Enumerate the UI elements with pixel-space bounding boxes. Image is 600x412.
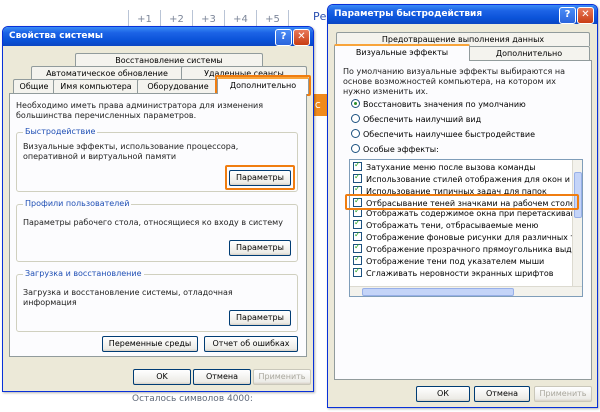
visual-effects-description: По умолчанию визуальные эффекты выбирают… — [343, 67, 565, 96]
startup-recovery-group: Загрузка и восстановление Загрузка и вос… — [16, 269, 298, 332]
help-icon[interactable]: ? — [559, 7, 576, 24]
checkbox[interactable] — [353, 230, 362, 241]
effect-item[interactable]: Отображение фоновые рисунки для различны… — [353, 230, 582, 242]
startup-recovery-description: Загрузка и восстановление системы, отлад… — [23, 288, 233, 307]
effect-label: Сглаживать неровности экранных шрифтов — [366, 269, 554, 278]
effect-label: Затухание меню после вызова команды — [366, 163, 536, 172]
tab-visual-effects[interactable]: Визуальные эффекты — [334, 44, 470, 61]
effect-label: Использование стилей отображения для око… — [366, 175, 583, 184]
ok-button[interactable]: ОК — [416, 386, 470, 402]
checkbox[interactable] — [353, 160, 362, 171]
effects-list-vertical-scrollbar[interactable] — [572, 160, 582, 296]
ok-button[interactable]: OK — [133, 369, 191, 385]
user-profiles-settings-button[interactable]: Параметры — [229, 240, 291, 256]
effects-list-horizontal-scrollbar[interactable] — [350, 286, 582, 296]
cancel-button[interactable]: Отмена — [193, 369, 251, 385]
error-reporting-button[interactable]: Отчет об ошибках — [204, 336, 298, 352]
close-icon[interactable]: ✕ — [293, 29, 310, 46]
user-profiles-title: Профили пользователей — [23, 199, 132, 208]
effect-label: Отображение тени под указателем мыши — [366, 257, 545, 266]
cancel-button[interactable]: Отмена — [474, 386, 530, 402]
radio-button[interactable] — [351, 99, 360, 108]
effect-item[interactable]: Отображение тени под указателем мыши — [353, 254, 545, 266]
window-title: Свойства системы — [9, 31, 104, 41]
checkbox[interactable] — [353, 266, 362, 277]
system-properties-titlebar: Свойства системы ? ✕ — [3, 27, 313, 46]
tab-hardware[interactable]: Оборудование — [137, 79, 219, 93]
admin-note: Необходимо иметь права администратора дл… — [16, 101, 264, 120]
effect-item[interactable]: Отображение прозрачного прямоугольника в… — [353, 242, 583, 254]
effect-item[interactable]: Отображать тени, отбрасываемые меню — [353, 218, 539, 230]
user-profiles-group: Профили пользователей Параметры рабочего… — [16, 199, 298, 262]
performance-options-titlebar: Параметры быстродействия ? ✕ — [328, 5, 597, 24]
radio-label: Восстановить значения по умолчанию — [363, 100, 526, 109]
tab-general[interactable]: Общие — [13, 79, 55, 93]
visual-effects-panel: По умолчанию визуальные эффекты выбирают… — [334, 60, 592, 380]
close-icon[interactable]: ✕ — [577, 7, 594, 24]
tab-computer-name[interactable]: Имя компьютера — [53, 79, 139, 93]
radio-restore-defaults[interactable]: Восстановить значения по умолчанию — [351, 99, 526, 110]
startup-recovery-settings-button[interactable]: Параметры — [229, 310, 291, 326]
effect-item[interactable]: Использование стилей отображения для око… — [353, 172, 583, 184]
checkbox[interactable] — [353, 218, 362, 229]
radio-label: Обеспечить наилучшее быстродействие — [363, 130, 535, 139]
scrollbar-thumb[interactable] — [362, 288, 514, 296]
performance-options-window: Параметры быстродействия ? ✕ Предотвраще… — [327, 4, 598, 408]
radio-button[interactable] — [351, 114, 360, 123]
effect-label: Отображать тени, отбрасываемые меню — [366, 221, 539, 230]
radio-best-performance[interactable]: Обеспечить наилучшее быстродействие — [351, 129, 535, 140]
performance-title: Быстродействие — [23, 127, 98, 136]
help-icon[interactable]: ? — [275, 29, 292, 46]
system-properties-window: Свойства системы ? ✕ Восстановление сист… — [2, 26, 314, 392]
radio-label: Особые эффекты: — [363, 145, 439, 154]
radio-best-appearance[interactable]: Обеспечить наилучший вид — [351, 114, 481, 125]
apply-button[interactable]: Применить — [253, 369, 311, 385]
radio-custom-effects[interactable]: Особые эффекты: — [351, 144, 439, 155]
effects-list[interactable]: Затухание меню после вызова команды Испо… — [349, 159, 583, 297]
radio-button[interactable] — [351, 144, 360, 153]
radio-button[interactable] — [351, 129, 360, 138]
performance-button-highlight — [225, 165, 295, 190]
tab-advanced[interactable]: Дополнительно — [468, 46, 590, 60]
startup-recovery-title: Загрузка и восстановление — [23, 269, 144, 278]
tab-advanced[interactable]: Дополнительно — [217, 77, 309, 94]
advanced-tab-panel: Необходимо иметь права администратора дл… — [9, 93, 307, 357]
window-title: Параметры быстродействия — [334, 9, 483, 19]
checkbox[interactable] — [353, 172, 362, 183]
highlighted-effect-frame — [345, 194, 579, 210]
effect-label: Отображение прозрачного прямоугольника в… — [366, 245, 583, 254]
environment-variables-button[interactable]: Переменные среды — [102, 336, 198, 352]
radio-label: Обеспечить наилучший вид — [363, 115, 482, 124]
user-profiles-description: Параметры рабочего стола, относящиеся ко… — [23, 218, 283, 227]
tab-automatic-updates[interactable]: Автоматическое обновление — [31, 66, 183, 80]
performance-description: Визуальные эффекты, использование процес… — [23, 142, 239, 161]
effect-item[interactable]: Сглаживать неровности экранных шрифтов — [353, 266, 554, 278]
checkbox[interactable] — [353, 254, 362, 265]
performance-group: Быстродействие Визуальные эффекты, испол… — [16, 127, 298, 192]
effect-label: Отображать содержимое окна при перетаски… — [366, 209, 583, 218]
effect-label: Отображение фоновые рисунки для различны… — [366, 233, 582, 242]
tab-system-restore[interactable]: Восстановление системы — [75, 53, 263, 67]
effect-item[interactable]: Затухание меню после вызова команды — [353, 160, 536, 172]
checkbox[interactable] — [353, 242, 362, 253]
background-link[interactable]: Ре — [313, 10, 326, 23]
apply-button[interactable]: Применить — [534, 386, 592, 402]
background-counter: Осталось символов 4000: — [132, 394, 253, 404]
